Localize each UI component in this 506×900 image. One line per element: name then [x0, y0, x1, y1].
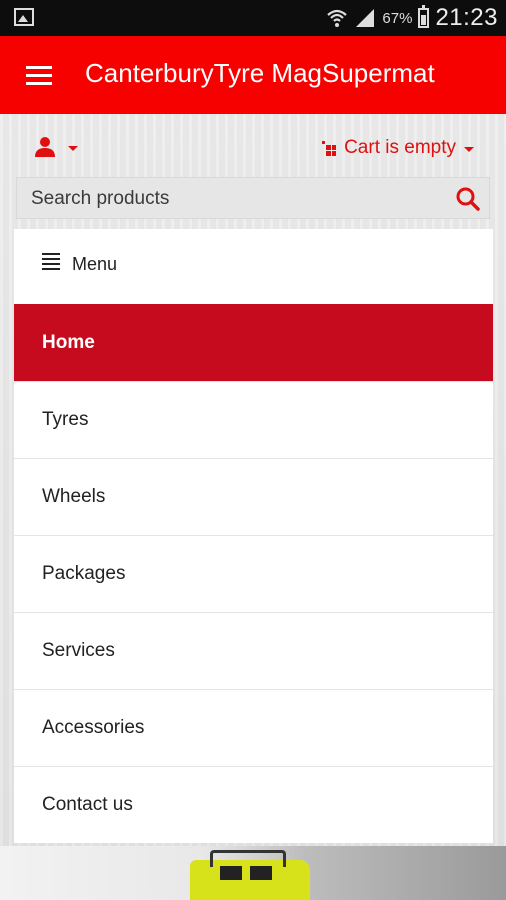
status-indicators: 67% 21:23 [326, 4, 498, 32]
chevron-down-icon [68, 146, 78, 151]
app-bar: CanterburyTyre MagSupermat [0, 36, 506, 114]
chevron-down-icon [464, 146, 474, 152]
menu-item-home[interactable]: Home [14, 304, 493, 381]
cart-label: Cart is empty [344, 137, 456, 158]
cart-button[interactable]: Cart is empty [322, 134, 474, 162]
search-icon[interactable] [455, 186, 481, 212]
hamburger-icon[interactable] [26, 66, 52, 85]
menu-header-label: Menu [72, 254, 118, 274]
menu-item-label: Tyres [42, 409, 89, 430]
nav-menu: Menu Home Tyres Wheels Packages Services… [14, 229, 493, 843]
status-bar: 67% 21:23 [0, 0, 506, 36]
user-menu-button[interactable] [34, 136, 80, 160]
cart-icon [322, 141, 337, 156]
menu-item-services[interactable]: Services [14, 612, 493, 689]
menu-item-label: Packages [42, 563, 126, 584]
wifi-icon [327, 9, 348, 27]
image-icon [14, 8, 34, 26]
menu-item-label: Home [42, 332, 95, 353]
menu-item-packages[interactable]: Packages [14, 535, 493, 612]
menu-item-label: Accessories [42, 717, 145, 738]
clock: 21:23 [435, 4, 498, 31]
user-icon [35, 137, 55, 157]
list-icon [42, 253, 60, 270]
menu-item-label: Contact us [42, 794, 133, 815]
promo-banner-image [0, 846, 506, 900]
menu-item-label: Wheels [42, 486, 106, 507]
signal-icon [356, 9, 375, 27]
search-input[interactable] [17, 178, 463, 220]
menu-item-tyres[interactable]: Tyres [14, 381, 493, 458]
vehicle-image [190, 850, 310, 900]
battery-percent: 67% [382, 9, 413, 27]
menu-item-wheels[interactable]: Wheels [14, 458, 493, 535]
menu-item-label: Services [42, 640, 115, 661]
app-title: CanterburyTyre MagSupermat [85, 58, 435, 88]
battery-icon [418, 5, 430, 28]
search-bar [16, 177, 490, 220]
menu-item-contact-us[interactable]: Contact us [14, 766, 493, 843]
menu-header[interactable]: Menu [14, 229, 493, 304]
menu-item-accessories[interactable]: Accessories [14, 689, 493, 766]
